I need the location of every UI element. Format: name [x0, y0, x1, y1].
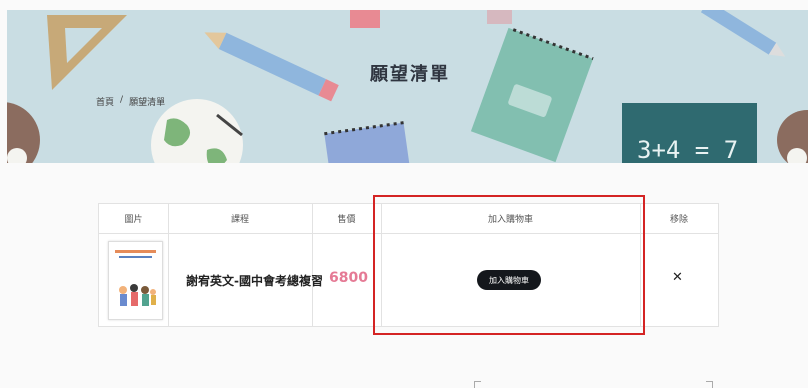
breadcrumb: 首頁 / 願望清單 [96, 95, 165, 108]
svg-text:3+4 = 7: 3+4 = 7 [637, 136, 738, 163]
notebook-icon [324, 121, 412, 163]
highlight-box [373, 195, 645, 335]
course-price: 6800 [329, 270, 368, 286]
header-remove: 移除 [640, 204, 718, 234]
header-image: 圖片 [99, 204, 168, 234]
blue-pencil-icon [700, 10, 786, 57]
hero-banner: 3+4 = 7 [7, 10, 808, 163]
triangle-ruler-icon [47, 15, 127, 90]
chalkboard-icon: 3+4 = 7 [622, 103, 757, 163]
banner-illustration: 3+4 = 7 [7, 10, 808, 163]
eraser-icon [350, 10, 380, 28]
green-notebook-icon [470, 27, 594, 163]
header-course: 課程 [168, 204, 312, 234]
breadcrumb-home-link[interactable]: 首頁 [96, 95, 114, 108]
pencil-icon [204, 32, 339, 102]
page-title: 願望清單 [370, 64, 450, 85]
course-name[interactable]: 謝宥英文-國中會考總複習 [186, 272, 323, 289]
remove-icon[interactable]: ✕ [672, 270, 683, 285]
course-cover-image [109, 242, 162, 319]
course-thumbnail[interactable] [108, 241, 163, 320]
breadcrumb-separator: / [120, 95, 124, 105]
globe-icon [151, 99, 243, 163]
header-price: 售價 [312, 204, 381, 234]
breadcrumb-current: 願望清單 [129, 98, 166, 108]
